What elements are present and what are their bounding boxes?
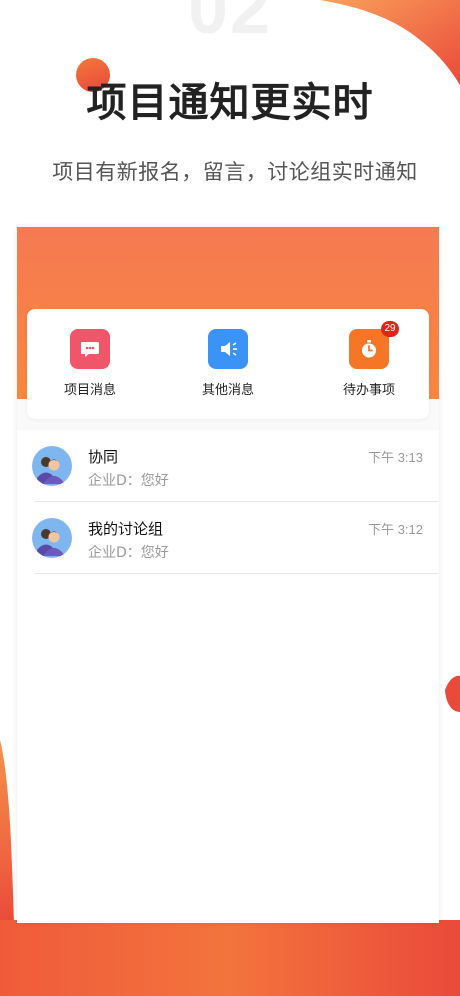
- timer-icon: 29: [349, 321, 399, 369]
- shortcut-other-messages[interactable]: 其他消息: [178, 329, 278, 398]
- page-subheadline: 项目有新报名，留言，讨论组实时通知: [52, 160, 418, 184]
- todo-count-badge: 29: [381, 321, 399, 337]
- group-avatar-icon: [32, 446, 72, 486]
- conversation-preview: 企业D：您好: [88, 473, 169, 489]
- conversation-name: 我的讨论组: [88, 520, 164, 538]
- shortcut-label: 其他消息: [201, 383, 254, 398]
- list-item[interactable]: 我的讨论组 企业D：您好 下午 3:12: [17, 502, 439, 574]
- conversation-time: 下午 3:13: [368, 450, 423, 465]
- conversation-list: 协同 企业D：您好 下午 3:13 我的讨论组 企业D：您好 下午 3:12: [17, 430, 439, 574]
- shortcut-label: 项目消息: [63, 383, 116, 398]
- shortcut-label: 待办事项: [342, 383, 395, 398]
- conversation-name: 协同: [88, 448, 119, 466]
- conversation-preview: 企业D：您好: [88, 545, 169, 561]
- shortcut-card: 项目消息 其他消息 29 待办事项: [27, 309, 429, 419]
- shortcut-todo[interactable]: 29 待办事项: [319, 321, 419, 398]
- conversation-time: 下午 3:12: [368, 522, 423, 537]
- group-avatar-icon: [32, 518, 72, 558]
- phone-screen-mockup: 项目消息 其他消息 29 待办事项 协同 企业D：您好 下午 3:13 我的讨论…: [17, 227, 439, 923]
- page-headline: 项目通知更实时: [86, 80, 374, 126]
- empty-list-area: [17, 574, 439, 923]
- step-number: 02: [188, 0, 273, 49]
- speaker-icon: [208, 329, 248, 369]
- chat-bubble-icon: [70, 329, 110, 369]
- list-item[interactable]: 协同 企业D：您好 下午 3:13: [17, 430, 439, 502]
- shortcut-project-messages[interactable]: 项目消息: [40, 329, 140, 398]
